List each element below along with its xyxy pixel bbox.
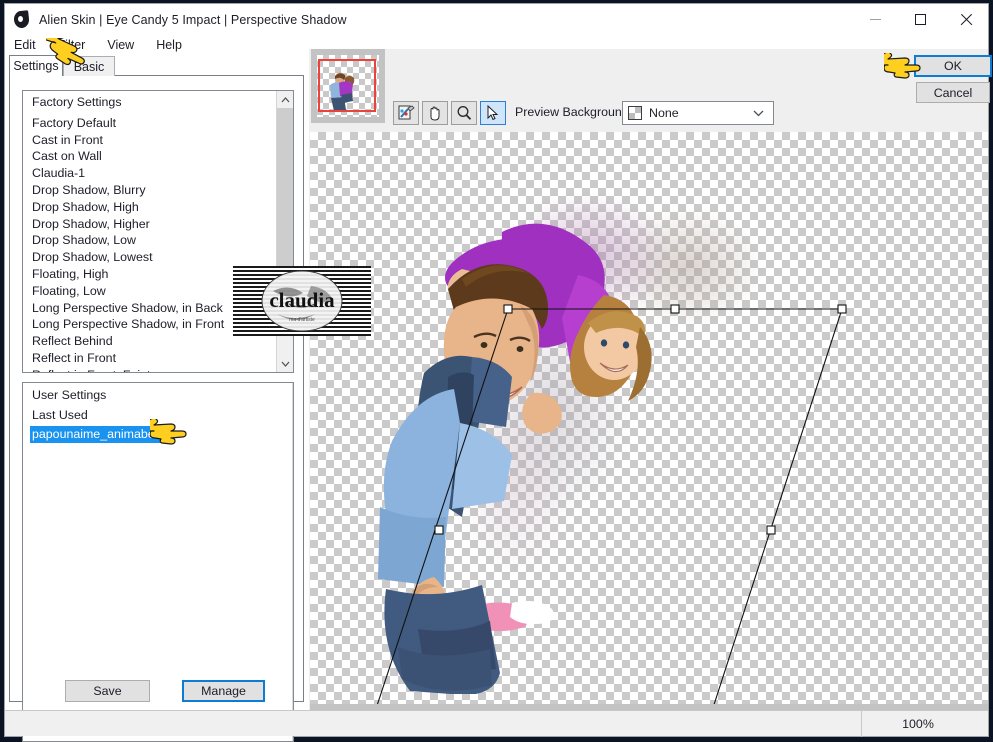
menu-item-edit[interactable]: Edit bbox=[14, 38, 36, 52]
list-item[interactable]: Drop Shadow, Lowest bbox=[23, 249, 277, 266]
application-window: Alien Skin | Eye Candy 5 Impact | Perspe… bbox=[4, 3, 992, 742]
list-item[interactable]: Drop Shadow, High bbox=[23, 199, 277, 216]
tab-strip: Basic Settings bbox=[5, 55, 305, 76]
user-settings-header: User Settings bbox=[32, 388, 107, 402]
tab-settings[interactable]: Settings bbox=[9, 55, 63, 76]
chevron-down-icon[interactable] bbox=[753, 109, 764, 120]
status-bar: 100% bbox=[5, 710, 988, 737]
hand-pan-icon[interactable] bbox=[422, 101, 448, 125]
maximize-button[interactable] bbox=[898, 4, 943, 35]
scroll-up-icon[interactable] bbox=[277, 91, 293, 108]
list-item[interactable]: Factory Default bbox=[23, 115, 277, 132]
app-root: Alien Skin | Eye Candy 5 Impact | Perspe… bbox=[0, 0, 993, 742]
checkerboard-swatch-icon bbox=[628, 106, 642, 120]
tab-basic[interactable]: Basic bbox=[63, 56, 115, 76]
menu-item-filter[interactable]: Filter bbox=[58, 38, 86, 52]
minimize-button[interactable] bbox=[853, 4, 898, 35]
navigator-viewport-rect[interactable] bbox=[318, 59, 376, 112]
list-group-header: Factory Settings bbox=[32, 95, 122, 109]
menu-item-view[interactable]: View bbox=[107, 38, 134, 52]
preview-subject-photo bbox=[378, 223, 652, 694]
ok-button[interactable]: OK bbox=[914, 55, 992, 77]
color-picker-icon[interactable] bbox=[393, 101, 419, 125]
preview-canvas[interactable] bbox=[310, 132, 988, 704]
close-button[interactable] bbox=[943, 4, 988, 35]
zoom-level: 100% bbox=[902, 716, 934, 731]
zoom-magnifier-icon[interactable] bbox=[451, 101, 477, 125]
watermark-text: claudia bbox=[269, 288, 335, 312]
list-item[interactable]: Claudia-1 bbox=[23, 165, 277, 182]
status-message bbox=[5, 710, 862, 737]
scroll-down-icon[interactable] bbox=[277, 355, 293, 372]
list-item[interactable]: Reflect in Front, Faint bbox=[23, 367, 277, 372]
preview-background-select[interactable]: None bbox=[622, 101, 774, 125]
user-settings-item-selected[interactable]: papounaime_animabelle bbox=[30, 426, 170, 443]
manage-button[interactable]: Manage bbox=[182, 680, 265, 702]
preview-canvas-wrapper[interactable] bbox=[310, 132, 988, 716]
preview-toolbar bbox=[393, 100, 509, 126]
preview-background-value: None bbox=[649, 106, 679, 120]
menu-item-help[interactable]: Help bbox=[156, 38, 182, 52]
settings-panel: Factory Settings Factory Default Cast in… bbox=[9, 75, 304, 742]
window-controls bbox=[853, 4, 988, 35]
list-item[interactable]: Drop Shadow, Low bbox=[23, 232, 277, 249]
list-item[interactable]: Drop Shadow, Blurry bbox=[23, 182, 277, 199]
resize-grip[interactable] bbox=[974, 711, 988, 737]
quad-handle-top-right bbox=[837, 304, 847, 314]
list-item[interactable]: Cast in Front bbox=[23, 132, 277, 149]
cancel-button[interactable]: Cancel bbox=[916, 82, 990, 103]
navigator-canvas bbox=[317, 55, 379, 117]
claudia-watermark: claudia ma d'artiste bbox=[233, 266, 371, 336]
preview-background-label: Preview Background: bbox=[515, 105, 633, 119]
list-item[interactable]: Drop Shadow, Higher bbox=[23, 216, 277, 233]
list-item[interactable]: Reflect in Front bbox=[23, 350, 277, 367]
user-settings-item-last-used[interactable]: Last Used bbox=[23, 405, 293, 425]
arrow-select-icon[interactable] bbox=[480, 101, 506, 125]
list-item[interactable]: Cast on Wall bbox=[23, 148, 277, 165]
save-button[interactable]: Save bbox=[65, 680, 150, 702]
app-teardrop-icon bbox=[11, 9, 33, 31]
quad-handle-right-mid bbox=[766, 525, 776, 535]
watermark-subtext: ma d'artiste bbox=[289, 317, 315, 323]
title-bar: Alien Skin | Eye Candy 5 Impact | Perspe… bbox=[5, 4, 988, 35]
preview-area: Preview Background: None bbox=[309, 49, 988, 716]
user-settings-divider bbox=[292, 383, 293, 741]
window-title: Alien Skin | Eye Candy 5 Impact | Perspe… bbox=[39, 12, 347, 27]
navigator-thumbnail[interactable] bbox=[311, 49, 385, 123]
